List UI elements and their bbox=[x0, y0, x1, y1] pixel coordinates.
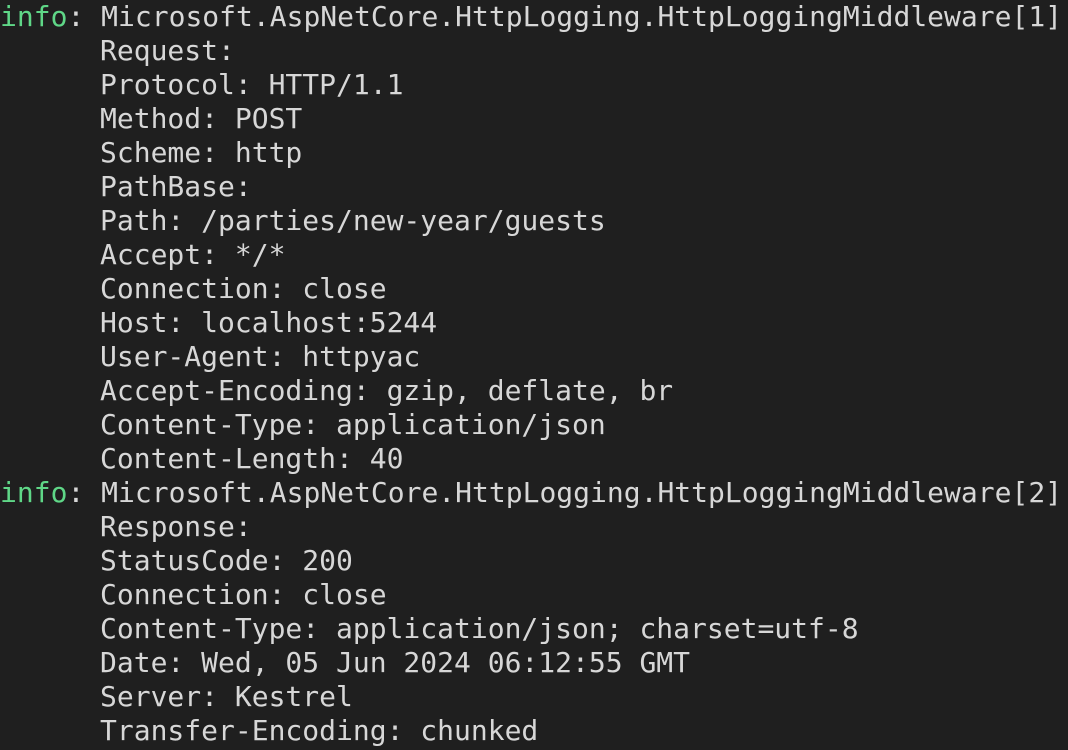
log-header-line: info: Microsoft.AspNetCore.HttpLogging.H… bbox=[0, 476, 1068, 510]
log-level-info: info bbox=[0, 476, 68, 509]
date-line: Date: Wed, 05 Jun 2024 06:12:55 GMT bbox=[100, 646, 691, 679]
path-line: Path: /parties/new-year/guests bbox=[100, 204, 606, 237]
log-detail-line: Content-Length: 40 bbox=[0, 442, 1068, 476]
scheme-line: Scheme: http bbox=[100, 136, 303, 169]
log-detail-line: Connection: close bbox=[0, 578, 1068, 612]
log-detail-line: Content-Type: application/json bbox=[0, 408, 1068, 442]
log-separator: : bbox=[67, 476, 102, 509]
host-line: Host: localhost:5244 bbox=[100, 306, 438, 339]
accept-line: Accept: */* bbox=[100, 238, 286, 271]
log-detail-line: Date: Wed, 05 Jun 2024 06:12:55 GMT bbox=[0, 646, 1068, 680]
log-detail-line: Content-Type: application/json; charset=… bbox=[0, 612, 1068, 646]
transfer-encoding-line: Transfer-Encoding: chunked bbox=[100, 714, 539, 747]
connection-line: Connection: close bbox=[100, 578, 387, 611]
log-detail-line: Request: bbox=[0, 34, 1068, 68]
method-line: Method: POST bbox=[100, 102, 303, 135]
connection-line: Connection: close bbox=[100, 272, 387, 305]
log-detail-line: Accept: */* bbox=[0, 238, 1068, 272]
log-detail-line: Transfer-Encoding: chunked bbox=[0, 714, 1068, 748]
log-separator: : bbox=[67, 0, 102, 33]
terminal-output[interactable]: info: Microsoft.AspNetCore.HttpLogging.H… bbox=[0, 0, 1068, 750]
log-level-info: info bbox=[0, 0, 68, 33]
log-detail-line: Connection: close bbox=[0, 272, 1068, 306]
log-detail-line: Path: /parties/new-year/guests bbox=[0, 204, 1068, 238]
response-label: Response: bbox=[100, 510, 252, 543]
log-header-line: info: Microsoft.AspNetCore.HttpLogging.H… bbox=[0, 0, 1068, 34]
user-agent-line: User-Agent: httpyac bbox=[100, 340, 421, 373]
log-category: Microsoft.AspNetCore.HttpLogging.HttpLog… bbox=[101, 476, 1063, 509]
log-detail-line: Server: Kestrel bbox=[0, 680, 1068, 714]
protocol-line: Protocol: HTTP/1.1 bbox=[100, 68, 404, 101]
log-detail-line: Response: bbox=[0, 510, 1068, 544]
pathbase-line: PathBase: bbox=[100, 170, 252, 203]
accept-encoding-line: Accept-Encoding: gzip, deflate, br bbox=[100, 374, 674, 407]
log-detail-line: Accept-Encoding: gzip, deflate, br bbox=[0, 374, 1068, 408]
log-detail-line: Protocol: HTTP/1.1 bbox=[0, 68, 1068, 102]
log-detail-line: StatusCode: 200 bbox=[0, 544, 1068, 578]
status-code-line: StatusCode: 200 bbox=[100, 544, 353, 577]
log-category: Microsoft.AspNetCore.HttpLogging.HttpLog… bbox=[101, 0, 1063, 33]
request-label: Request: bbox=[100, 34, 235, 67]
log-detail-line: Host: localhost:5244 bbox=[0, 306, 1068, 340]
log-detail-line: User-Agent: httpyac bbox=[0, 340, 1068, 374]
log-detail-line: Method: POST bbox=[0, 102, 1068, 136]
content-length-line: Content-Length: 40 bbox=[100, 442, 404, 475]
log-detail-line: PathBase: bbox=[0, 170, 1068, 204]
log-detail-line: Scheme: http bbox=[0, 136, 1068, 170]
content-type-line: Content-Type: application/json bbox=[100, 408, 606, 441]
server-line: Server: Kestrel bbox=[100, 680, 353, 713]
content-type-line: Content-Type: application/json; charset=… bbox=[100, 612, 859, 645]
